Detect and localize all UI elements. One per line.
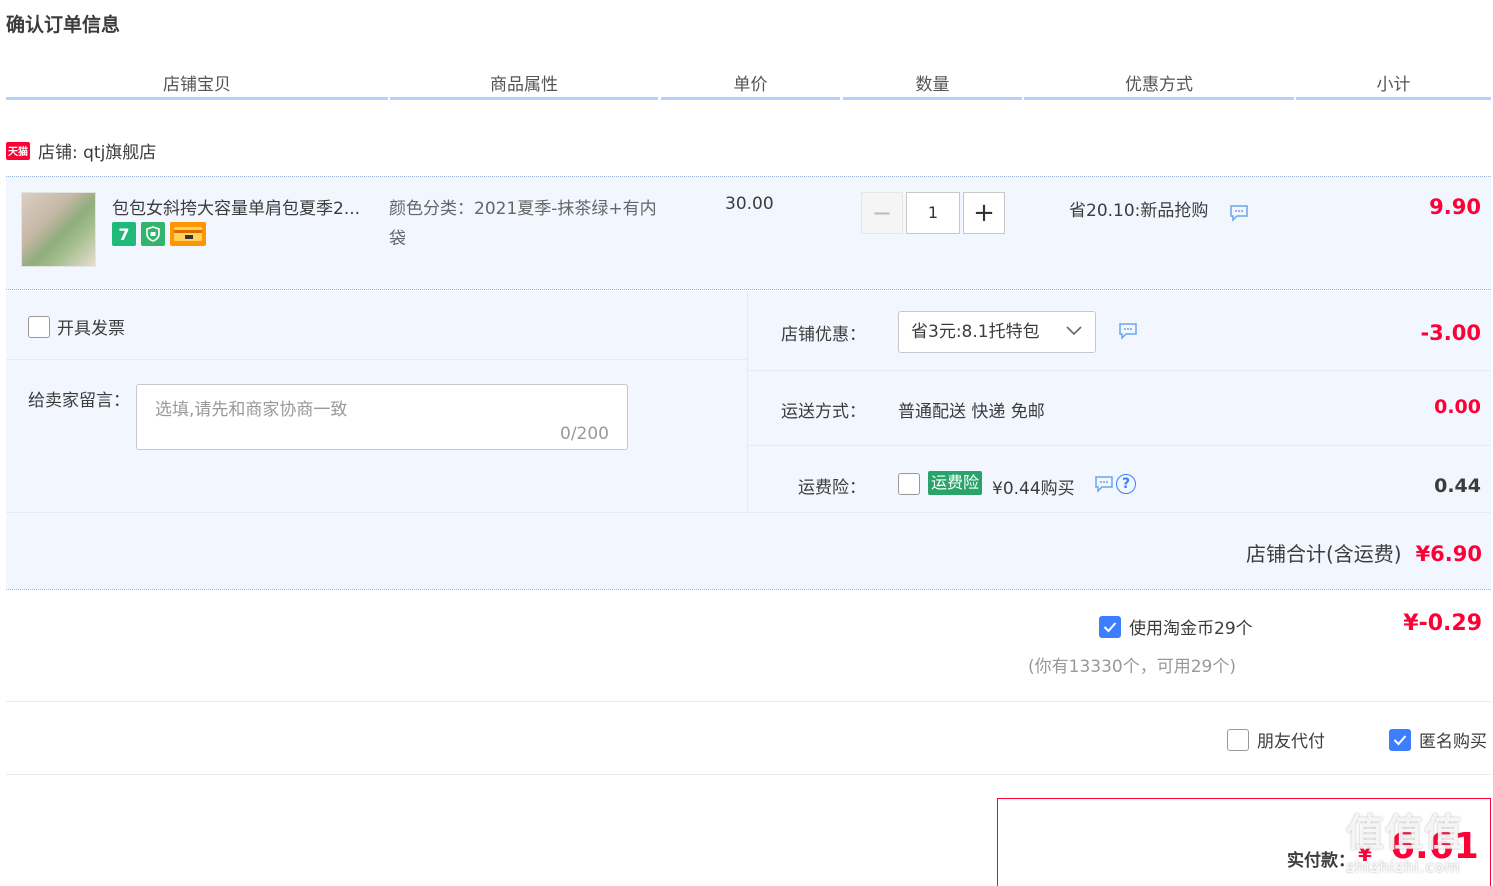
shop-total: 店铺合计(含运费) ¥6.90 (1246, 538, 1482, 567)
quantity-increase-button[interactable]: + (963, 192, 1005, 234)
anonymous-option[interactable]: 匿名购买 (1389, 727, 1487, 752)
tmall-logo: 天猫 (6, 141, 30, 160)
seven-day-return-icon: 7 (112, 222, 136, 246)
shipping-amount: 0.00 (1434, 396, 1481, 418)
credit-card-icon (170, 222, 206, 246)
payment-label: 实付款： (1287, 851, 1355, 871)
shop-discount-amount: -3.00 (1420, 321, 1481, 345)
shop-row: 天猫 店铺: qtj旗舰店 (6, 138, 156, 163)
quantity-input[interactable]: 1 (906, 192, 960, 234)
watermark-url: zhizhizhi.com (1346, 858, 1461, 876)
message-counter: 0/200 (560, 424, 609, 444)
item-subtotal: 9.90 (1429, 195, 1481, 219)
watermark-logo: 值值值 (1346, 811, 1464, 855)
friend-pay-option[interactable]: 朋友代付 (1227, 727, 1325, 752)
service-badges: 7 (112, 222, 206, 246)
product-attribute: 颜色分类：2021夏季-抹茶绿+有内袋 (389, 199, 657, 249)
divider (748, 445, 1491, 446)
unit-price: 30.00 (725, 194, 774, 214)
column-header-unit-price: 单价 (661, 70, 840, 100)
chat-icon[interactable] (1118, 322, 1138, 340)
insurance-label: 运费险： (798, 478, 866, 498)
friend-pay-checkbox[interactable] (1227, 728, 1249, 751)
insurance-tag: 运费险 (928, 471, 983, 495)
page-title: 确认订单信息 (6, 14, 121, 36)
column-header-discount: 优惠方式 (1024, 70, 1294, 100)
product-title[interactable]: 包包女斜挎大容量单肩包夏季2... (112, 194, 377, 219)
insurance-amount: 0.44 (1434, 475, 1481, 497)
shipping-method[interactable]: 普通配送 快递 免邮 (898, 397, 1045, 422)
product-thumbnail[interactable] (21, 192, 96, 267)
chevron-down-icon[interactable] (1064, 320, 1084, 340)
divider (6, 774, 1491, 775)
divider (6, 701, 1491, 702)
coin-balance-note: (你有13330个，可用29个) (1028, 657, 1236, 677)
shop-discount-label: 店铺优惠： (781, 325, 866, 345)
divider (6, 512, 1491, 513)
invoice-checkbox[interactable] (28, 315, 50, 338)
check-icon (1393, 734, 1407, 745)
coin-option[interactable]: 使用淘金币29个 (1099, 614, 1253, 639)
coin-label: 使用淘金币29个 (1129, 619, 1253, 639)
insurance-checkbox[interactable] (898, 473, 920, 495)
insurance-price: ¥0.44购买 (992, 479, 1075, 499)
quantity-decrease-button[interactable]: − (861, 192, 903, 234)
help-icon[interactable]: ? (1116, 474, 1136, 494)
friend-pay-label: 朋友代付 (1257, 732, 1325, 752)
message-placeholder: 选填,请先和商家协商一致 (155, 400, 348, 420)
shop-total-value: ¥6.90 (1415, 542, 1482, 566)
item-promotion: 省20.10:新品抢购 (1069, 196, 1208, 221)
invoice-label: 开具发票 (57, 319, 125, 339)
check-icon (1103, 621, 1117, 632)
anonymous-checkbox[interactable] (1389, 728, 1411, 751)
message-label: 给卖家留言： (28, 391, 130, 411)
shop-name[interactable]: 店铺: qtj旗舰店 (38, 138, 156, 163)
coin-discount-amount: ¥-0.29 (1403, 611, 1482, 636)
shipping-label: 运送方式： (781, 402, 866, 422)
chat-icon[interactable] (1094, 475, 1114, 493)
shop-total-label: 店铺合计(含运费) (1245, 542, 1402, 566)
divider (748, 370, 1491, 371)
column-header-item: 店铺宝贝 (6, 70, 388, 100)
column-header-attributes: 商品属性 (390, 70, 658, 100)
chat-icon[interactable] (1229, 204, 1249, 222)
anonymous-label: 匿名购买 (1419, 732, 1487, 752)
shield-icon (141, 222, 165, 246)
coupon-selected-value: 省3元:8.1托特包 (911, 322, 1040, 342)
promotion-text: 省20.10:新品抢购 (1069, 201, 1209, 221)
column-header-quantity: 数量 (843, 70, 1022, 100)
invoice-option[interactable]: 开具发票 (28, 314, 125, 339)
column-header-subtotal: 小计 (1296, 70, 1491, 100)
coin-checkbox[interactable] (1099, 615, 1121, 638)
divider (6, 359, 747, 360)
